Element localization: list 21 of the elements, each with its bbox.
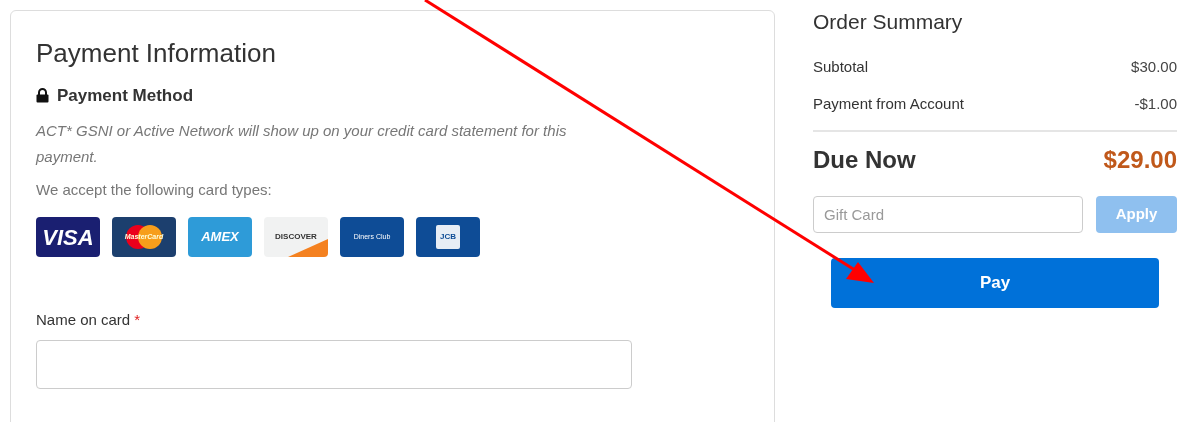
section-title: Payment Information xyxy=(36,37,277,69)
pay-button[interactable]: Pay xyxy=(831,257,1159,308)
required-mark: * xyxy=(134,310,141,330)
line-label: Payment from Account xyxy=(813,94,964,114)
card-logo: JCB xyxy=(416,217,480,257)
field-label: Name on card xyxy=(36,310,131,330)
line-label: Subtotal xyxy=(813,56,869,77)
name-input[interactable] xyxy=(36,339,632,389)
line-amount: $30.00 xyxy=(1131,56,1177,77)
statement-note: ACT* GSNI or Active Network will show up on your credit card statement for this payment. xyxy=(36,120,568,167)
summary-title: Order Summary xyxy=(813,9,964,35)
total-label: Due Now xyxy=(813,144,916,175)
lock-icon xyxy=(36,88,49,104)
card-logo: AMEX xyxy=(188,217,252,257)
method-heading: Payment Method xyxy=(57,85,194,107)
total-amount: $29.00 xyxy=(1103,144,1177,175)
line-amount: -$1.00 xyxy=(1134,94,1177,114)
card-logo: VISA xyxy=(36,217,100,257)
card-logo: DISCOVER xyxy=(264,217,328,257)
gift-card-input[interactable]: Gift Card xyxy=(813,195,1083,233)
accept-text: We accept the following card types: xyxy=(36,179,273,200)
